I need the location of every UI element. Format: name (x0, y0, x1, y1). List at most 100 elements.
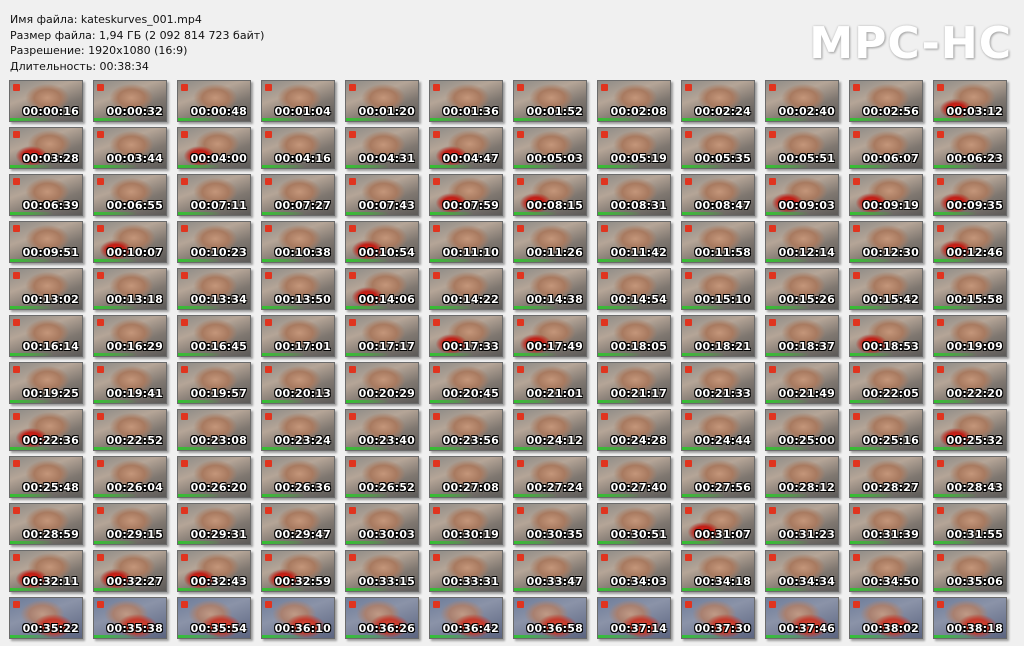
thumbnail: 00:00:48 (177, 80, 251, 122)
thumbnail: 00:15:42 (849, 268, 923, 310)
watermark-icon (853, 413, 860, 420)
watermark-icon (769, 272, 776, 279)
thumbnail: 00:22:52 (93, 409, 167, 451)
thumbnail: 00:10:23 (177, 221, 251, 263)
thumbnail: 00:06:39 (9, 174, 83, 216)
thumbnail: 00:01:04 (261, 80, 335, 122)
watermark-icon (97, 131, 104, 138)
thumbnail-timestamp: 00:26:20 (190, 481, 247, 494)
frame-overlay-bar (934, 541, 1006, 544)
thumbnail-timestamp: 00:21:17 (610, 387, 667, 400)
watermark-icon (433, 601, 440, 608)
watermark-icon (265, 178, 272, 185)
thumbnail-timestamp: 00:02:24 (694, 105, 751, 118)
thumbnail-timestamp: 00:03:44 (106, 152, 163, 165)
watermark-icon (181, 319, 188, 326)
watermark-icon (265, 460, 272, 467)
thumbnail-timestamp: 00:31:07 (694, 528, 751, 541)
watermark-icon (853, 225, 860, 232)
watermark-icon (937, 178, 944, 185)
watermark-icon (265, 554, 272, 561)
thumbnail: 00:18:05 (597, 315, 671, 357)
frame-overlay-bar (178, 494, 250, 497)
frame-overlay-bar (850, 588, 922, 591)
thumbnail: 00:05:35 (681, 127, 755, 169)
frame-overlay-bar (682, 447, 754, 450)
watermark-icon (13, 178, 20, 185)
thumbnail-timestamp: 00:38:02 (862, 622, 919, 635)
thumbnail: 00:33:15 (345, 550, 419, 592)
watermark-icon (601, 601, 608, 608)
thumbnail-timestamp: 00:02:56 (862, 105, 919, 118)
watermark-icon (433, 460, 440, 467)
watermark-icon (853, 601, 860, 608)
watermark-icon (769, 84, 776, 91)
watermark-icon (685, 272, 692, 279)
watermark-icon (265, 272, 272, 279)
frame-overlay-bar (850, 259, 922, 262)
thumbnail: 00:18:21 (681, 315, 755, 357)
watermark-icon (937, 413, 944, 420)
frame-overlay-bar (766, 400, 838, 403)
thumbnail-timestamp: 00:10:07 (106, 246, 163, 259)
thumbnail-timestamp: 00:04:31 (358, 152, 415, 165)
watermark-icon (265, 84, 272, 91)
thumbnail: 00:08:47 (681, 174, 755, 216)
frame-overlay-bar (766, 118, 838, 121)
frame-overlay-bar (94, 447, 166, 450)
frame-overlay-bar (10, 259, 82, 262)
frame-overlay-bar (598, 635, 670, 638)
frame-overlay-bar (850, 635, 922, 638)
thumbnail-timestamp: 00:07:11 (190, 199, 247, 212)
watermark-icon (517, 413, 524, 420)
thumbnail: 00:23:08 (177, 409, 251, 451)
thumbnail: 00:13:02 (9, 268, 83, 310)
watermark-icon (937, 460, 944, 467)
thumbnail-timestamp: 00:35:22 (22, 622, 79, 635)
watermark-icon (601, 507, 608, 514)
thumbnail: 00:13:50 (261, 268, 335, 310)
thumbnail-timestamp: 00:13:50 (274, 293, 331, 306)
thumbnail: 00:01:52 (513, 80, 587, 122)
watermark-icon (769, 554, 776, 561)
watermark-icon (853, 554, 860, 561)
thumbnail-timestamp: 00:01:04 (274, 105, 331, 118)
duration-text: Длительность: 00:38:34 (10, 59, 149, 73)
frame-overlay-bar (262, 447, 334, 450)
frame-overlay-bar (346, 494, 418, 497)
frame-overlay-bar (178, 588, 250, 591)
thumbnail-timestamp: 00:12:30 (862, 246, 919, 259)
thumbnail-timestamp: 00:24:28 (610, 434, 667, 447)
thumbnail-timestamp: 00:33:15 (358, 575, 415, 588)
thumbnail: 00:01:20 (345, 80, 419, 122)
thumbnail: 00:36:10 (261, 597, 335, 639)
thumbnail-timestamp: 00:35:54 (190, 622, 247, 635)
thumbnail: 00:10:38 (261, 221, 335, 263)
watermark-icon (769, 366, 776, 373)
thumbnail: 00:12:30 (849, 221, 923, 263)
thumbnail-timestamp: 00:00:32 (106, 105, 163, 118)
watermark-icon (685, 554, 692, 561)
frame-overlay-bar (178, 259, 250, 262)
frame-overlay-bar (766, 494, 838, 497)
thumbnail-timestamp: 00:27:40 (610, 481, 667, 494)
thumbnail: 00:14:54 (597, 268, 671, 310)
thumbnail-timestamp: 00:34:50 (862, 575, 919, 588)
thumbnail-timestamp: 00:05:03 (526, 152, 583, 165)
thumbnail-timestamp: 00:22:05 (862, 387, 919, 400)
thumbnail: 00:09:35 (933, 174, 1007, 216)
frame-overlay-bar (514, 165, 586, 168)
frame-overlay-bar (10, 541, 82, 544)
thumbnail: 00:36:26 (345, 597, 419, 639)
thumbnail-timestamp: 00:34:18 (694, 575, 751, 588)
frame-overlay-bar (430, 494, 502, 497)
thumbnail: 00:06:55 (93, 174, 167, 216)
frame-overlay-bar (262, 635, 334, 638)
thumbnail: 00:17:49 (513, 315, 587, 357)
frame-overlay-bar (850, 447, 922, 450)
thumbnail: 00:06:07 (849, 127, 923, 169)
frame-overlay-bar (598, 353, 670, 356)
thumbnail-timestamp: 00:30:51 (610, 528, 667, 541)
thumbnail: 00:02:40 (765, 80, 839, 122)
thumbnail: 00:01:36 (429, 80, 503, 122)
